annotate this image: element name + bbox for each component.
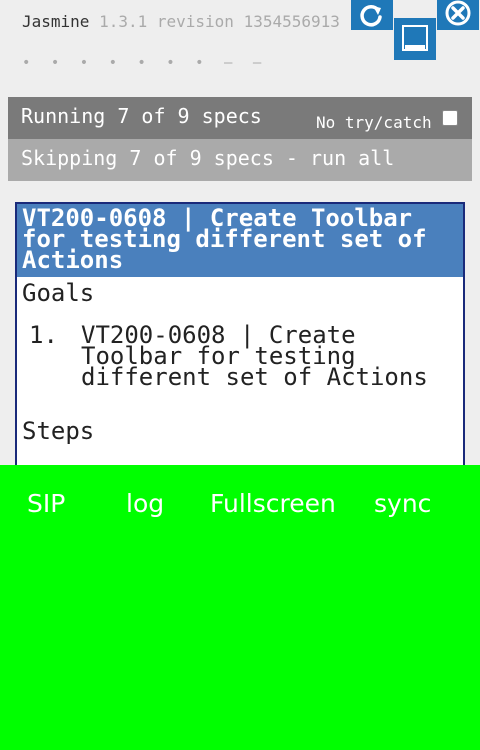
goal-text: VT200-0608 | Create Toolbar for testing … <box>81 321 428 391</box>
goal-number: 1. <box>29 321 58 349</box>
jasmine-runner-page: Jasmine 1.3.1 revision 1354556913 • • • … <box>0 0 480 750</box>
sync-button[interactable]: sync <box>374 489 431 518</box>
refresh-button[interactable] <box>351 0 393 30</box>
refresh-icon <box>360 5 382 27</box>
spec-title[interactable]: VT200-0608 | Create Toolbar for testing … <box>17 204 463 277</box>
spec-panel: VT200-0608 | Create Toolbar for testing … <box>15 202 465 502</box>
no-trycatch-checkbox[interactable] <box>442 110 458 126</box>
control-overlay: SIP log Fullscreen sync <box>0 465 480 750</box>
close-icon <box>445 0 471 26</box>
spec-progress-dots: • • • • • • • – – <box>22 55 268 71</box>
skipping-specs-bar[interactable]: Skipping 7 of 9 specs - run all <box>8 139 472 181</box>
window-icon <box>402 25 428 51</box>
banner-title: Jasmine <box>22 12 90 31</box>
steps-heading: Steps <box>22 417 95 445</box>
no-trycatch-label: No try/catch <box>316 113 432 132</box>
jasmine-banner: Jasmine 1.3.1 revision 1354556913 <box>22 12 340 31</box>
banner-version: 1.3.1 revision 1354556913 <box>99 12 340 31</box>
goals-heading: Goals <box>22 279 95 307</box>
running-specs-bar: Running 7 of 9 specs No try/catch <box>8 97 472 139</box>
skipping-specs-label[interactable]: Skipping 7 of 9 specs - run all <box>21 146 394 170</box>
window-button[interactable] <box>394 18 436 60</box>
running-specs-label: Running 7 of 9 specs <box>21 104 262 128</box>
log-button[interactable]: log <box>126 489 164 518</box>
fullscreen-button[interactable]: Fullscreen <box>210 489 336 518</box>
close-button[interactable] <box>437 0 479 30</box>
sip-button[interactable]: SIP <box>27 489 65 518</box>
